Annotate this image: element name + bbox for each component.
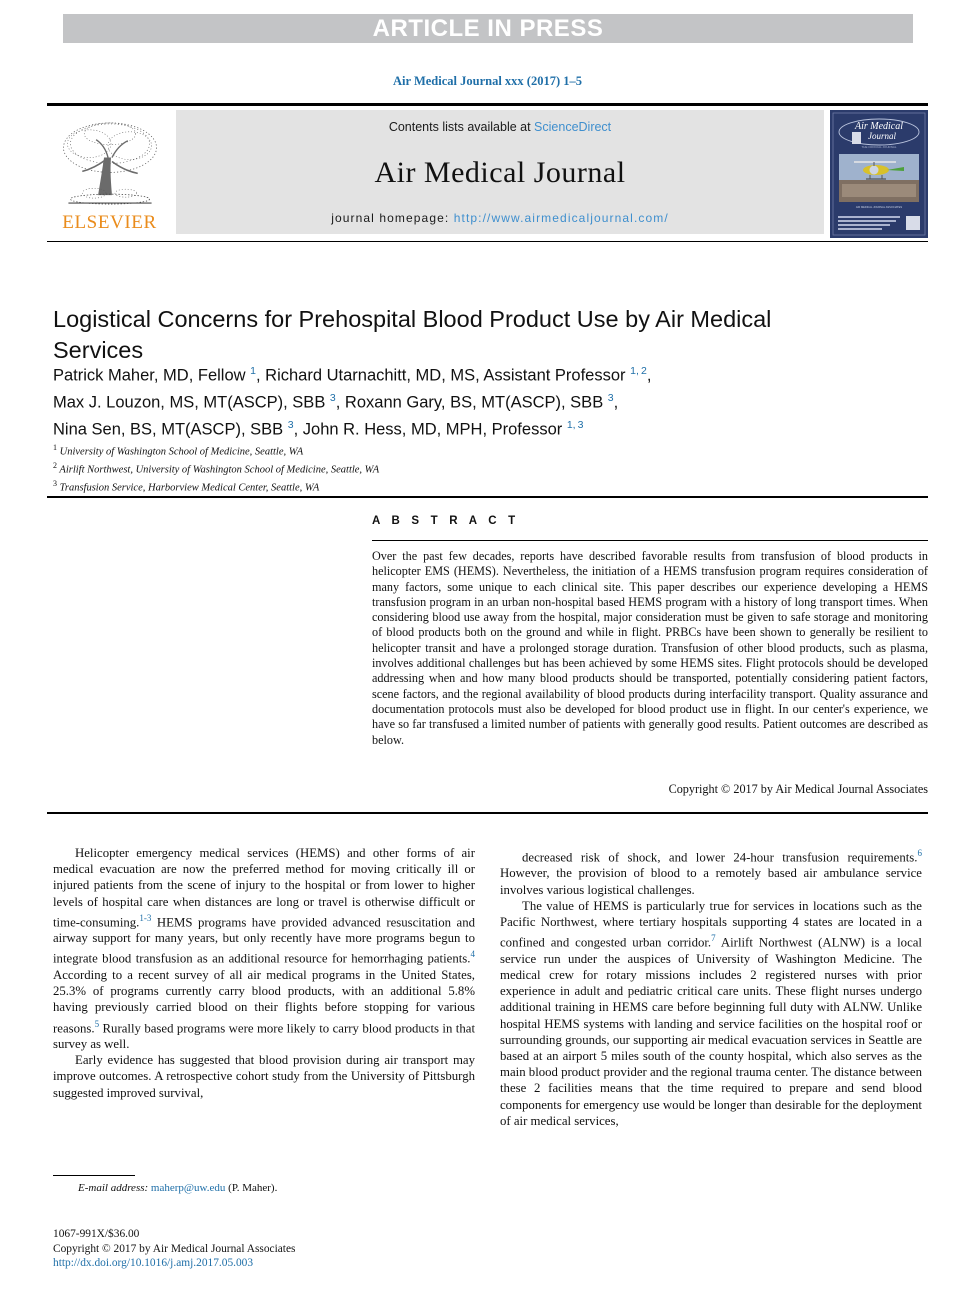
body-paragraph: Helicopter emergency medical services (H… <box>53 846 475 1052</box>
abstract-copyright: Copyright © 2017 by Air Medical Journal … <box>668 782 928 796</box>
masthead-banner: Contents lists available at ScienceDirec… <box>176 110 824 234</box>
abstract-heading: A B S T R A C T <box>372 515 520 527</box>
journal-cover-thumbnail: Air Medical Journal THE OFFICIAL JOURNAL <box>830 110 928 238</box>
body-paragraph: Early evidence has suggested that blood … <box>53 1053 475 1100</box>
running-head: Air Medical Journal xxx (2017) 1–5 <box>393 74 582 88</box>
journal-masthead: ELSEVIER Contents lists available at Sci… <box>47 103 928 238</box>
journal-title: Air Medical Journal <box>374 155 626 189</box>
svg-text:THE OFFICIAL JOURNAL: THE OFFICIAL JOURNAL <box>861 145 896 149</box>
abstract-bottom-rule <box>47 812 928 814</box>
email-address-link[interactable]: maherp@uw.edu <box>151 1182 225 1194</box>
contents-available-line: Contents lists available at ScienceDirec… <box>389 120 611 134</box>
abstract-heading-rule <box>372 540 928 541</box>
footer-copyright-line: Copyright © 2017 by Air Medical Journal … <box>53 1242 296 1255</box>
journal-homepage-line: journal homepage: http://www.airmedicalj… <box>331 211 669 225</box>
author-list: Patrick Maher, MD, Fellow 1, Richard Uta… <box>53 365 652 439</box>
body-paragraph: The value of HEMS is particularly true f… <box>500 898 922 1128</box>
body-paragraph: decreased risk of shock, and lower 24-ho… <box>500 848 922 897</box>
svg-text:Journal: Journal <box>868 131 896 141</box>
homepage-label: journal homepage: <box>331 211 454 225</box>
doi-link[interactable]: http://dx.doi.org/10.1016/j.amj.2017.05.… <box>53 1256 295 1271</box>
sciencedirect-link[interactable]: ScienceDirect <box>534 120 611 134</box>
body-column-right: decreased risk of shock, and lower 24-ho… <box>500 845 922 1129</box>
elsevier-logo: ELSEVIER <box>47 110 172 234</box>
elsevier-tree-icon <box>62 122 157 205</box>
footnote-separator-rule <box>53 1175 135 1176</box>
article-in-press-banner: ARTICLE IN PRESS <box>63 14 913 43</box>
article-title: Logistical Concerns for Prehospital Bloo… <box>53 305 772 363</box>
affiliation-item: 1 University of Washington School of Med… <box>53 443 304 458</box>
article-in-press-label: ARTICLE IN PRESS <box>372 14 604 42</box>
title-divider-rule <box>47 241 928 242</box>
contents-prefix: Contents lists available at <box>388 120 535 134</box>
email-address-suffix: (P. Maher). <box>225 1182 278 1194</box>
abstract-text: Over the past few decades, reports have … <box>372 549 928 747</box>
affiliation-list: 1 University of Washington School of Med… <box>53 441 753 495</box>
elsevier-wordmark: ELSEVIER <box>62 212 157 233</box>
affiliation-item: 3 Transfusion Service, Harborview Medica… <box>53 479 320 494</box>
abstract-top-rule <box>47 496 928 498</box>
body-column-left: Helicopter emergency medical services (H… <box>53 845 475 1101</box>
corresponding-author-footnote: E-mail address: maherp@uw.edu (P. Maher)… <box>78 1182 277 1194</box>
journal-cover-image: Air Medical Journal THE OFFICIAL JOURNAL <box>830 110 928 238</box>
page-footer: 1067-991X/$36.00 Copyright © 2017 by Air… <box>53 1227 295 1271</box>
affiliation-item: 2 Airlift Northwest, University of Washi… <box>53 461 380 476</box>
svg-text:AIR MEDICAL JOURNAL ASSOCIATES: AIR MEDICAL JOURNAL ASSOCIATES <box>856 205 902 209</box>
email-address-label: E-mail address: <box>78 1182 149 1194</box>
issn-price-line: 1067-991X/$36.00 <box>53 1228 140 1240</box>
journal-homepage-url[interactable]: http://www.airmedicaljournal.com/ <box>454 211 669 225</box>
